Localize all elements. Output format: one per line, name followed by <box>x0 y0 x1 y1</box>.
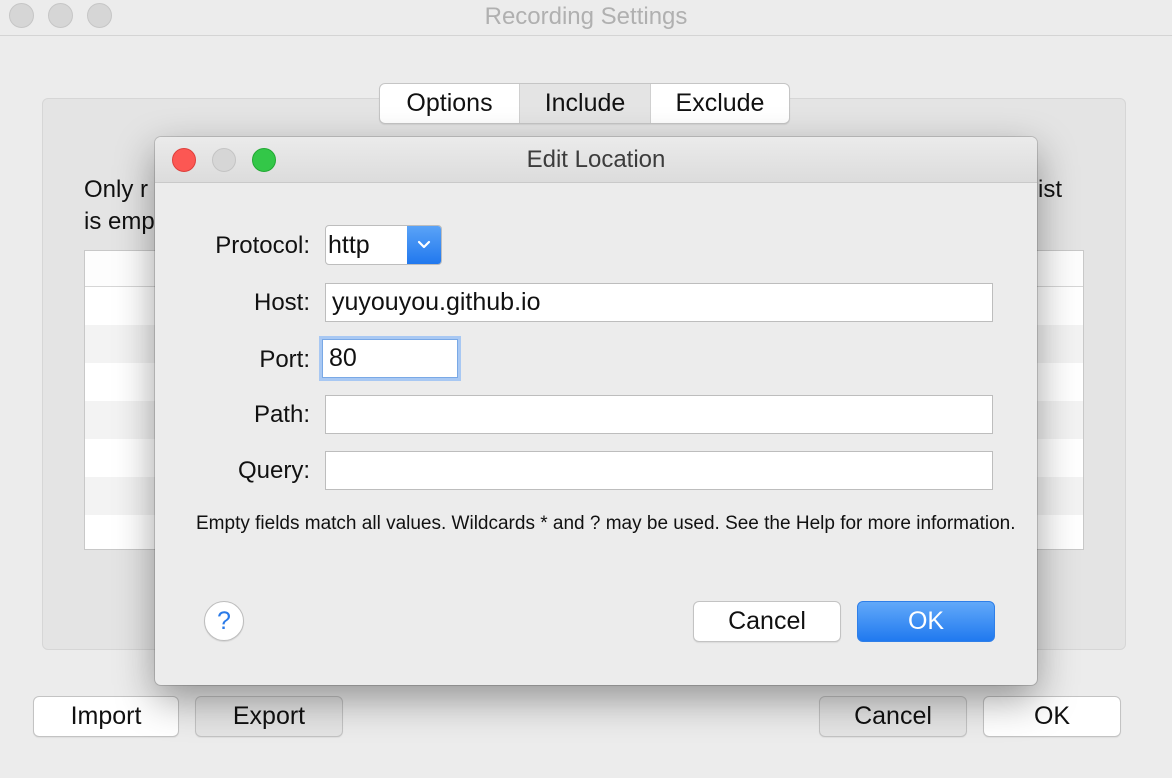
question-mark-icon: ? <box>217 606 231 635</box>
tab-include[interactable]: Include <box>520 84 651 123</box>
path-label: Path: <box>253 401 310 428</box>
help-button[interactable]: ? <box>204 601 244 641</box>
path-input[interactable] <box>325 395 993 434</box>
help-hint-text: Empty fields match all values. Wildcards… <box>196 513 1016 534</box>
main-ok-button[interactable]: OK <box>983 696 1121 737</box>
cancel-button[interactable]: Cancel <box>693 601 841 642</box>
protocol-label: Protocol: <box>215 232 310 259</box>
protocol-value: http <box>328 230 370 259</box>
query-input[interactable] <box>325 451 993 490</box>
ok-button[interactable]: OK <box>857 601 995 642</box>
edit-location-dialog: Edit Location Protocol: http Host: Port:… <box>155 137 1037 685</box>
chevron-down-icon <box>407 226 441 264</box>
tab-bar: Options Include Exclude <box>379 83 790 124</box>
main-cancel-button[interactable]: Cancel <box>819 696 967 737</box>
dialog-title: Edit Location <box>526 146 666 173</box>
dialog-titlebar: Edit Location <box>155 137 1037 183</box>
tab-options[interactable]: Options <box>380 84 520 123</box>
panel-description-line2: is emp <box>84 208 155 235</box>
port-label: Port: <box>259 346 310 373</box>
protocol-select[interactable]: http <box>325 225 442 265</box>
host-input[interactable] <box>325 283 993 322</box>
tab-exclude[interactable]: Exclude <box>651 84 789 123</box>
port-input[interactable] <box>322 339 458 378</box>
import-button[interactable]: Import <box>33 696 179 737</box>
panel-description-right: ist <box>1038 176 1062 203</box>
window-title: Recording Settings <box>484 3 688 30</box>
export-button[interactable]: Export <box>195 696 343 737</box>
main-titlebar: Recording Settings <box>0 0 1172 36</box>
panel-description-line1: Only r <box>84 176 149 203</box>
query-label: Query: <box>237 457 310 484</box>
host-label: Host: <box>253 289 310 316</box>
